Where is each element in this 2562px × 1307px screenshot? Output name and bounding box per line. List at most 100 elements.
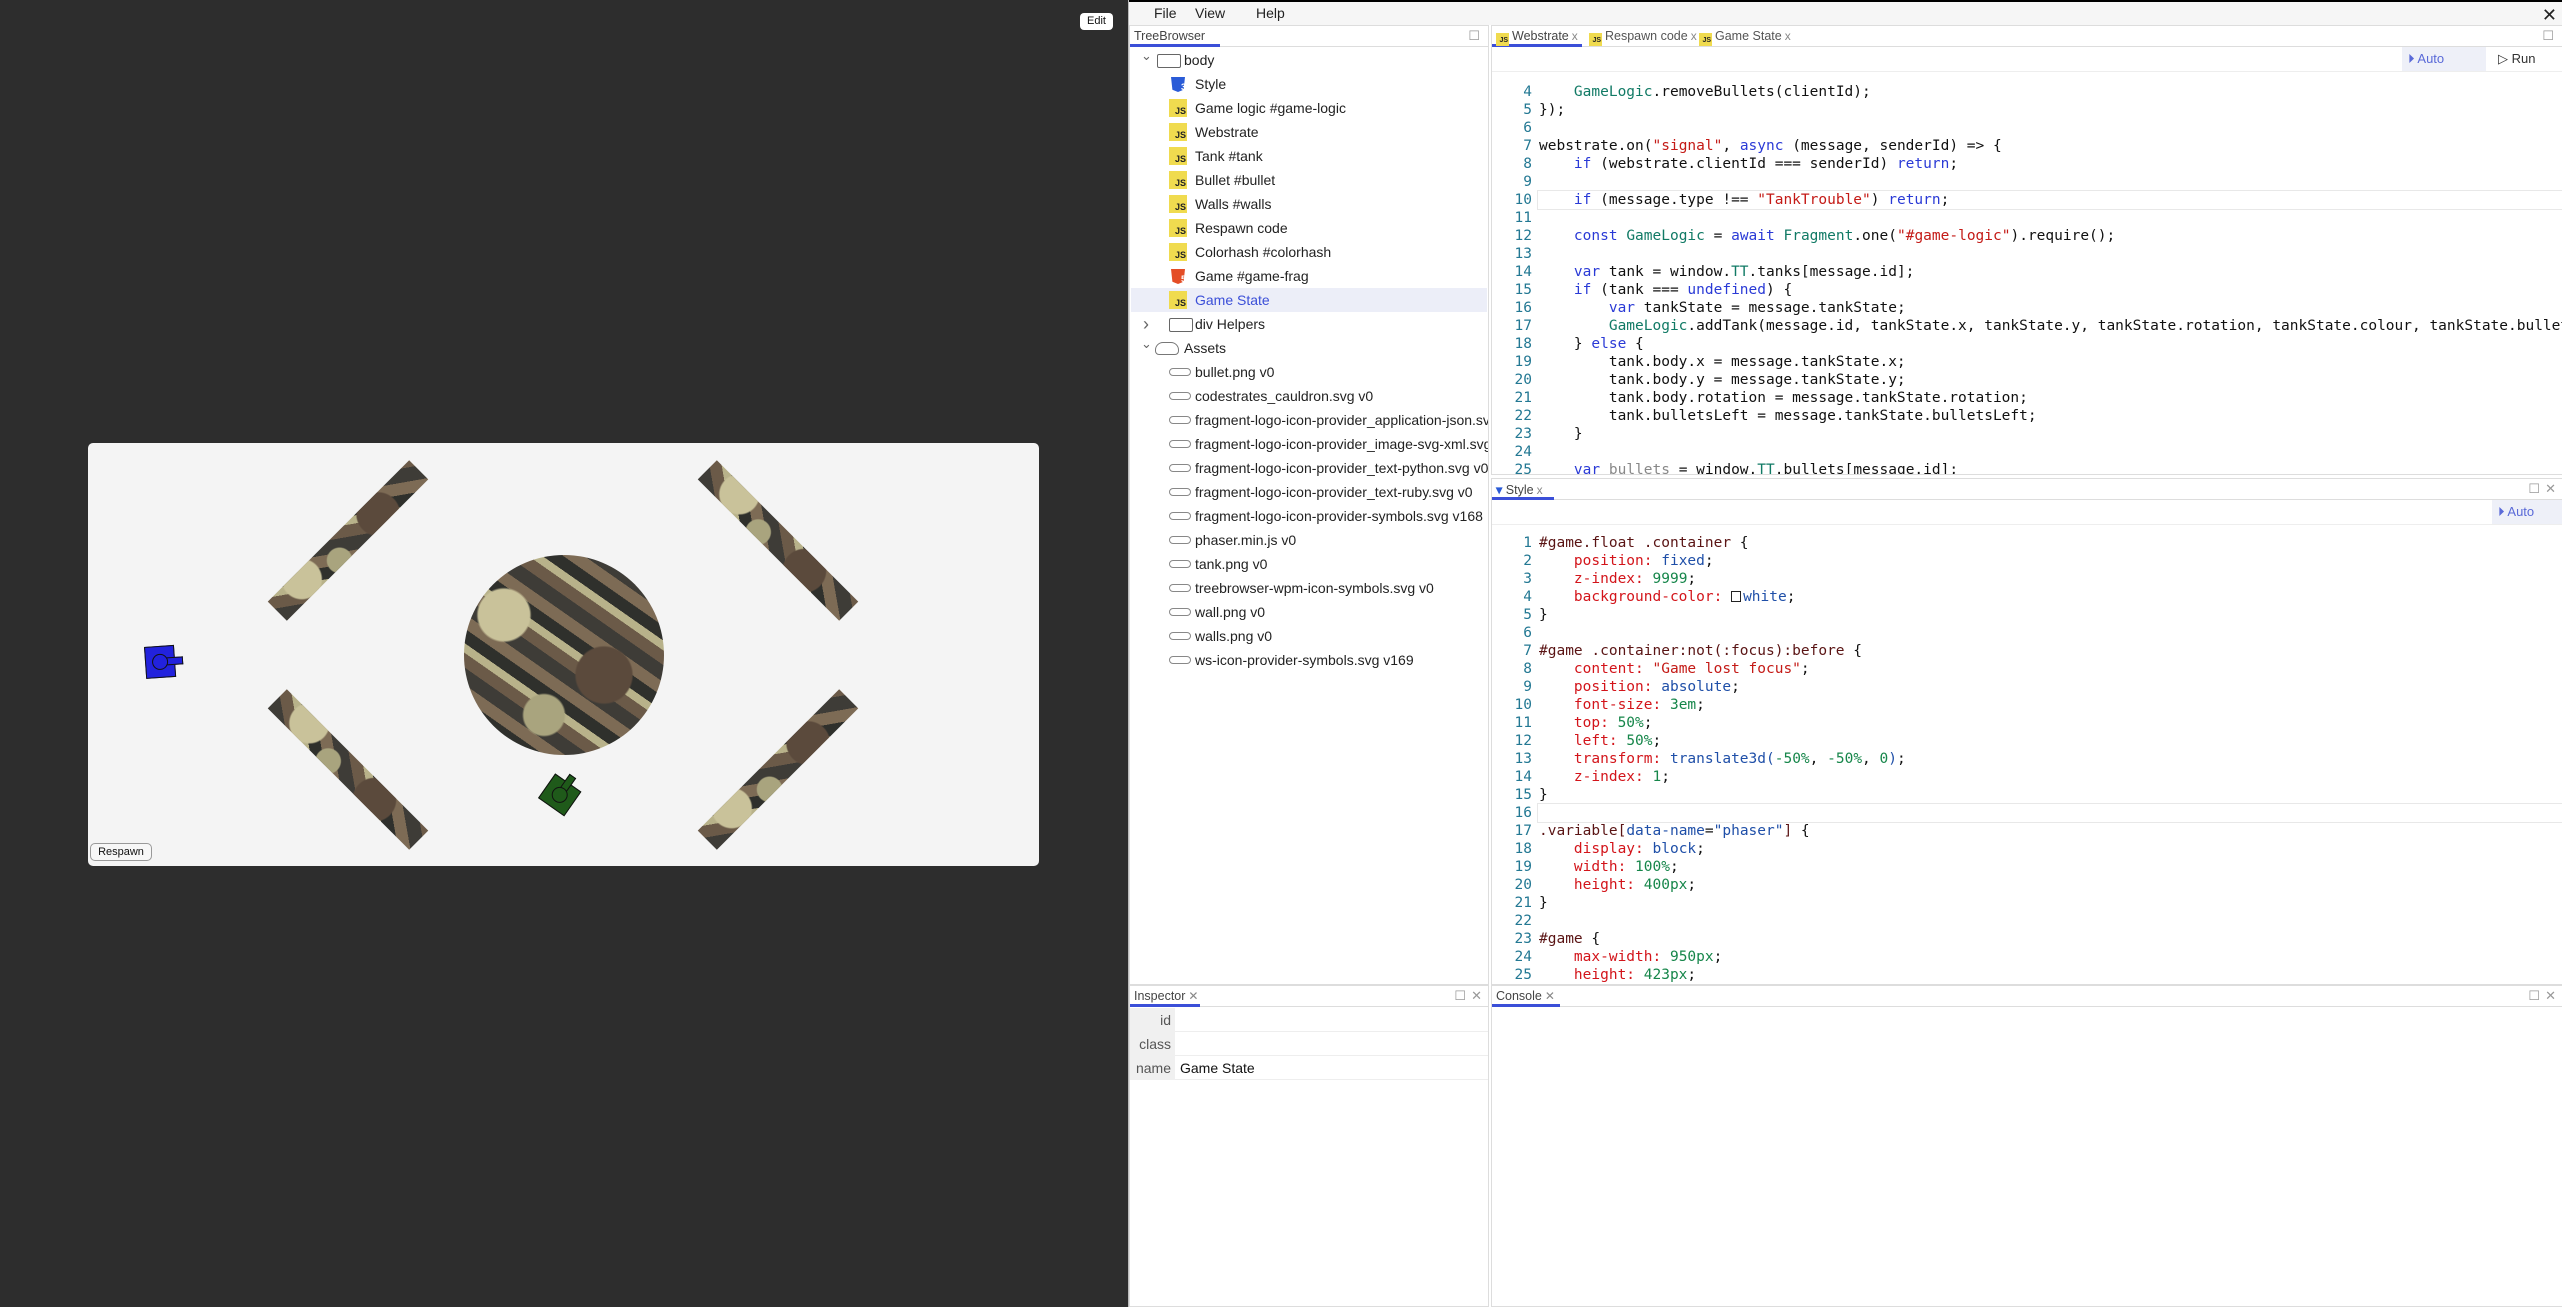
js-icon: JS bbox=[1699, 33, 1712, 46]
code-line: 6 bbox=[1492, 119, 2562, 137]
code-token: ).require(); bbox=[2010, 228, 2116, 244]
play-icon: ▷ bbox=[2498, 51, 2512, 66]
code-line: 12 left: 50%; bbox=[1492, 732, 2562, 750]
color-swatch[interactable] bbox=[1731, 591, 1742, 602]
tree-item[interactable]: JS Bullet #bullet bbox=[1131, 168, 1487, 192]
close-pane-icon[interactable]: ✕ bbox=[1471, 988, 1482, 1004]
code-token: if bbox=[1573, 282, 1592, 298]
tab-style[interactable]: ▾ Style x bbox=[1492, 479, 1554, 500]
tank-barrel bbox=[166, 656, 184, 666]
asset-item[interactable]: tank.png v0 bbox=[1131, 552, 1487, 576]
code-token: data-name bbox=[1626, 823, 1705, 839]
menu-file[interactable]: File bbox=[1154, 5, 1177, 21]
code-token: .one( bbox=[1853, 228, 1897, 244]
asset-item[interactable]: walls.png v0 bbox=[1131, 624, 1487, 648]
tree-item[interactable]: JS Game State bbox=[1131, 288, 1487, 312]
maximize-icon[interactable]: ☐ bbox=[2542, 28, 2554, 44]
treebrowser-pane: TreeBrowser ☐ ⌄ body 3 Style JS Game logic #g… bbox=[1129, 25, 1489, 985]
tree-item[interactable]: 3 Style bbox=[1131, 72, 1487, 96]
respawn-button[interactable]: Respawn bbox=[90, 843, 152, 861]
maximize-icon[interactable]: ☐ bbox=[2528, 481, 2540, 497]
close-pane-icon[interactable]: ✕ bbox=[2545, 988, 2556, 1004]
tree-item-label: Game #game-frag bbox=[1195, 268, 1309, 284]
menu-help[interactable]: Help bbox=[1256, 5, 1285, 21]
asset-label: fragment-logo-icon-provider-symbols.svg … bbox=[1195, 508, 1483, 524]
code-line: 20 height: 400px; bbox=[1492, 876, 2562, 894]
asset-item[interactable]: bullet.png v0 bbox=[1131, 360, 1487, 384]
maximize-icon[interactable]: ☐ bbox=[2528, 988, 2540, 1004]
js-icon: JS bbox=[1496, 33, 1509, 46]
code-line: 19 width: 100%; bbox=[1492, 858, 2562, 876]
paperclip-icon bbox=[1169, 392, 1191, 400]
style-tabbar: ▾ Style x ☐ ✕ bbox=[1492, 479, 2562, 500]
code-token: "TankTrouble" bbox=[1757, 192, 1871, 208]
tree-item[interactable]: 5 Game #game-frag bbox=[1131, 264, 1487, 288]
line-number: 9 bbox=[1523, 174, 1532, 190]
tree-item-assets[interactable]: ⌄ Assets bbox=[1131, 336, 1487, 360]
asset-item[interactable]: ws-icon-provider-symbols.svg v169 bbox=[1131, 648, 1487, 672]
tab-webstrate[interactable]: JS Webstrate x bbox=[1492, 26, 1582, 47]
code-token: 1 bbox=[1652, 769, 1662, 785]
maximize-icon[interactable]: ☐ bbox=[1468, 28, 1480, 44]
tree-item[interactable]: JS Game logic #game-logic bbox=[1131, 96, 1487, 120]
tree-item[interactable]: JS Webstrate bbox=[1131, 120, 1487, 144]
asset-label: ws-icon-provider-symbols.svg v169 bbox=[1195, 652, 1414, 668]
tab-inspector[interactable]: Inspector ✕ bbox=[1130, 986, 1200, 1007]
tree-item[interactable]: JS Respawn code bbox=[1131, 216, 1487, 240]
code-editor[interactable]: 4 GameLogic.removeBullets(clientId); 5});… bbox=[1492, 83, 2562, 474]
close-tab-icon[interactable]: x bbox=[1572, 29, 1578, 43]
close-tab-icon[interactable]: ✕ bbox=[1545, 989, 1555, 1003]
line-number: 4 bbox=[1523, 84, 1532, 100]
menu-view[interactable]: View bbox=[1195, 5, 1225, 21]
close-pane-icon[interactable]: ✕ bbox=[2545, 481, 2556, 497]
tree-item-helpers[interactable]: › div Helpers bbox=[1131, 312, 1487, 336]
asset-label: codestrates_cauldron.svg v0 bbox=[1195, 388, 1374, 404]
console-tabbar: Console ✕ ☐ ✕ bbox=[1492, 986, 2562, 1007]
tree-item[interactable]: JS Walls #walls bbox=[1131, 192, 1487, 216]
code-token: webstrate.on( bbox=[1539, 138, 1653, 154]
close-icon[interactable]: ✕ bbox=[2542, 5, 2557, 26]
asset-item[interactable]: wall.png v0 bbox=[1131, 600, 1487, 624]
tab-console[interactable]: Console ✕ bbox=[1492, 986, 1560, 1007]
chevron-down-icon[interactable]: ⌄ bbox=[1141, 44, 1152, 68]
asset-item[interactable]: phaser.min.js v0 bbox=[1131, 528, 1487, 552]
chevron-down-icon[interactable]: ⌄ bbox=[1141, 332, 1152, 356]
wall-bottom-right bbox=[697, 689, 859, 850]
code-line: 24 bbox=[1492, 443, 2562, 461]
tree-item[interactable]: JS Colorhash #colorhash bbox=[1131, 240, 1487, 264]
tree-item[interactable]: JS Tank #tank bbox=[1131, 144, 1487, 168]
close-tab-icon[interactable]: x bbox=[1537, 483, 1543, 497]
css-code-editor[interactable]: 1 #game.float .container {2 position: fix… bbox=[1492, 534, 2562, 984]
code-token: #game bbox=[1539, 931, 1583, 947]
asset-item[interactable]: fragment-logo-icon-provider_application-… bbox=[1131, 408, 1488, 432]
asset-item[interactable]: fragment-logo-icon-provider_text-python.… bbox=[1131, 456, 1488, 480]
asset-item[interactable]: fragment-logo-icon-provider-symbols.svg … bbox=[1131, 504, 1487, 528]
code-token: ; bbox=[1687, 571, 1697, 587]
asset-item[interactable]: fragment-logo-icon-provider_text-ruby.sv… bbox=[1131, 480, 1487, 504]
close-tab-icon[interactable]: x bbox=[1785, 29, 1791, 43]
inspector-value[interactable]: Game State bbox=[1180, 1056, 1255, 1080]
run-button[interactable]: ▷ Run bbox=[2492, 47, 2562, 71]
play-circle-icon: ⏵ bbox=[2408, 51, 2418, 66]
code-token: left: bbox=[1573, 733, 1618, 749]
js-icon: JS bbox=[1589, 33, 1602, 46]
code-token: height: bbox=[1573, 877, 1636, 893]
asset-item[interactable]: treebrowser-wpm-icon-symbols.svg v0 bbox=[1131, 576, 1487, 600]
auto-button[interactable]: ⏵ Auto bbox=[2492, 500, 2562, 524]
asset-item[interactable]: codestrates_cauldron.svg v0 bbox=[1131, 384, 1487, 408]
code-line: 10 if (message.type !== "TankTrouble") r… bbox=[1515, 190, 2562, 210]
tree-item-body[interactable]: ⌄ body bbox=[1131, 48, 1487, 72]
asset-item[interactable]: fragment-logo-icon-provider_image-svg-xm… bbox=[1131, 432, 1488, 456]
close-tab-icon[interactable]: ✕ bbox=[1188, 989, 1198, 1003]
game-canvas[interactable]: Respawn bbox=[88, 443, 1039, 866]
edit-button[interactable]: Edit bbox=[1080, 13, 1113, 30]
auto-button[interactable]: ⏵ Auto bbox=[2402, 47, 2486, 71]
maximize-icon[interactable]: ☐ bbox=[1454, 988, 1466, 1004]
tab-respawn-code[interactable]: JS Respawn code x bbox=[1585, 26, 1701, 47]
code-token: block bbox=[1652, 841, 1697, 857]
tab-game-state[interactable]: JS Game State x bbox=[1695, 26, 1795, 47]
code-token: , bbox=[1722, 138, 1740, 154]
